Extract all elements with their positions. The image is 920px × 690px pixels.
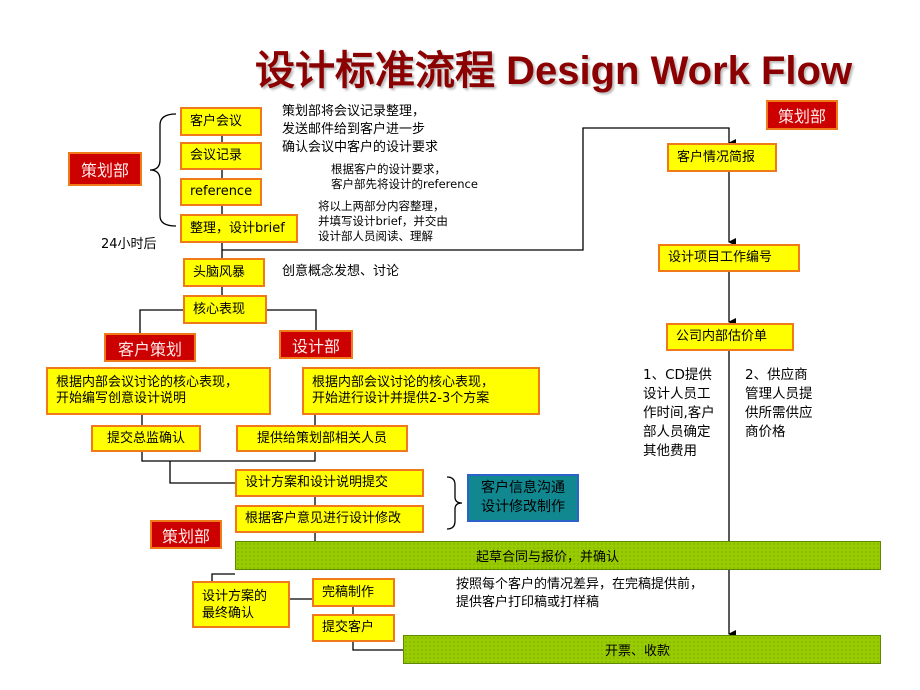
step-provide-planning: 提供给策划部相关人员 bbox=[236, 425, 408, 452]
step-reference: reference bbox=[180, 178, 262, 206]
step-revise: 根据客户意见进行设计修改 bbox=[235, 505, 424, 533]
dept-planning-bottom: 策划部 bbox=[150, 520, 222, 549]
step-final-confirm: 设计方案的 最终确认 bbox=[192, 581, 290, 628]
note-brainstorm: 创意概念发想、讨论 bbox=[282, 264, 400, 279]
step-brief: 整理，设计brief bbox=[180, 214, 298, 243]
step-core-expression: 核心表现 bbox=[183, 295, 267, 324]
connector-to-design bbox=[267, 309, 317, 330]
connector-merge bbox=[141, 451, 316, 462]
step-project-number: 设计项目工作编号 bbox=[658, 244, 800, 272]
note-meeting: 策划部将会议记录整理， 发送邮件给到客户进一步 确认会议中客户的设计要求 bbox=[282, 104, 439, 155]
task-design: 根据内部会议讨论的核心表现， 开始进行设计并提供2-3个方案 bbox=[302, 367, 540, 415]
step-submit-proposal: 设计方案和设计说明提交 bbox=[235, 469, 424, 497]
step-brainstorm: 头脑风暴 bbox=[183, 258, 265, 287]
step-invoice: 开票、收款 bbox=[403, 635, 881, 664]
communication-box: 客户信息沟通 设计修改制作 bbox=[467, 474, 579, 522]
dept-client-planning: 客户策划 bbox=[104, 333, 196, 362]
dept-planning-right: 策划部 bbox=[766, 100, 838, 130]
note-supplier: 2、供应商 管理人员提 供所需供应 商价格 bbox=[745, 367, 813, 440]
connector-to-invoice bbox=[352, 641, 403, 651]
dept-design: 设计部 bbox=[279, 330, 353, 359]
step-artwork: 完稿制作 bbox=[312, 578, 395, 607]
brace-planning bbox=[149, 113, 177, 227]
step-client-meeting: 客户会议 bbox=[180, 107, 262, 136]
task-client-planning: 根据内部会议讨论的核心表现， 开始编写创意设计说明 bbox=[46, 367, 271, 415]
note-proof: 按照每个客户的情况差异，在完稿提供前， 提供客户打印稿或打样稿 bbox=[456, 577, 704, 610]
brace-review bbox=[446, 476, 463, 530]
after-24h-label: 24小时后 bbox=[101, 237, 157, 252]
step-client-brief: 客户情况简报 bbox=[667, 143, 777, 172]
step-meeting-minutes: 会议记录 bbox=[180, 142, 262, 170]
connector-to-client-planning bbox=[139, 309, 183, 334]
dept-planning-left: 策划部 bbox=[68, 152, 142, 186]
note-brief: 将以上两部分内容整理， 并填写设计brief，并交由 设计部人员阅读、理解 bbox=[318, 199, 448, 243]
page-title: 设计标准流程 Design Work Flow bbox=[255, 49, 853, 93]
note-cd: 1、CD提供 设计人员工 作时间,客户 部人员确定 其他费用 bbox=[643, 367, 715, 459]
step-submit-director: 提交总监确认 bbox=[91, 425, 201, 452]
step-submit-client: 提交客户 bbox=[312, 614, 395, 642]
step-internal-quote: 公司内部估价单 bbox=[666, 323, 794, 351]
note-reference: 根据客户的设计要求， 客户部先将设计的reference bbox=[331, 162, 478, 191]
step-contract: 起草合同与报价，并确认 bbox=[235, 541, 881, 570]
connector-to-submit bbox=[169, 461, 235, 484]
